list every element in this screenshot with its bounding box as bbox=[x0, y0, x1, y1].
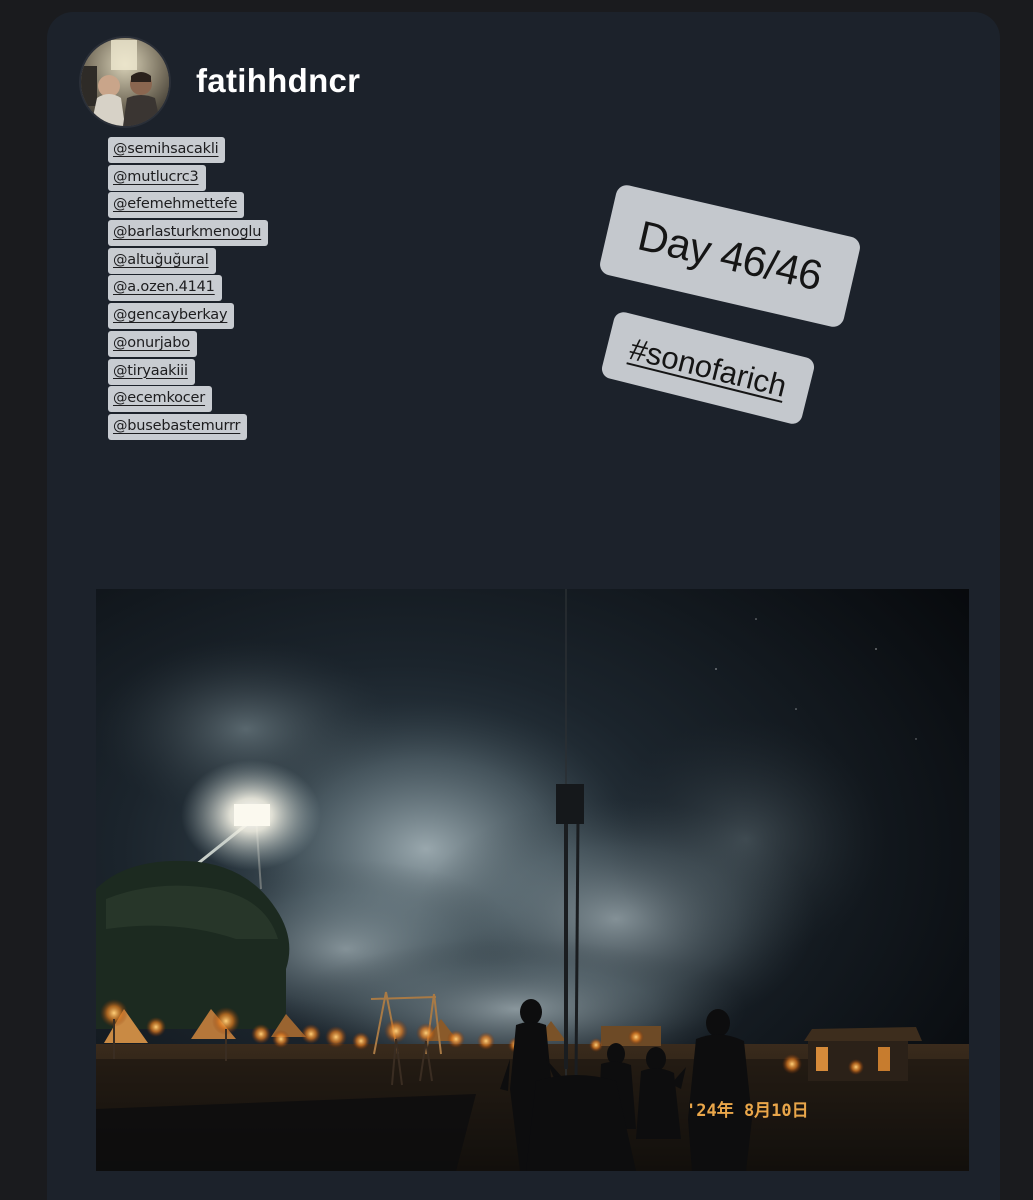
mention-tag[interactable]: @gencayberkay bbox=[108, 303, 235, 330]
mention-tag[interactable]: @barlasturkmenoglu bbox=[108, 220, 269, 247]
night-film-set-image: '24年 8月10日 bbox=[96, 589, 969, 1171]
hashtag-sticker[interactable]: #sonofarich bbox=[599, 310, 817, 426]
story-card[interactable]: fatihhdncr @semihsacakli @mutlucrc3 @efe… bbox=[47, 12, 1000, 1200]
mention-tag[interactable]: @tiryaakiii bbox=[108, 358, 195, 385]
mention-tag[interactable]: @a.ozen.4141 bbox=[108, 275, 222, 302]
story-viewer: fatihhdncr @semihsacakli @mutlucrc3 @efe… bbox=[0, 0, 1033, 1200]
mention-list: @semihsacakli @mutlucrc3 @efemehmettefe … bbox=[108, 137, 308, 442]
mention-tag[interactable]: @altuğuğural bbox=[108, 247, 216, 274]
mention-tag[interactable]: @ecemkocer bbox=[108, 386, 213, 413]
photo-date-stamp: '24年 8月10日 bbox=[686, 1100, 809, 1121]
mention-tag[interactable]: @onurjabo bbox=[108, 330, 197, 357]
mention-tag[interactable]: @busebastemurrr bbox=[108, 413, 248, 440]
profile-avatar[interactable] bbox=[79, 36, 171, 128]
username[interactable]: fatihhdncr bbox=[196, 62, 360, 100]
avatar-image bbox=[81, 38, 169, 126]
day-counter-sticker: Day 46/46 bbox=[597, 183, 863, 329]
story-photo: '24年 8月10日 bbox=[96, 589, 969, 1171]
mention-tag[interactable]: @semihsacakli bbox=[108, 137, 226, 163]
mention-tag[interactable]: @mutlucrc3 bbox=[108, 164, 206, 191]
mention-tag[interactable]: @efemehmettefe bbox=[108, 192, 245, 219]
